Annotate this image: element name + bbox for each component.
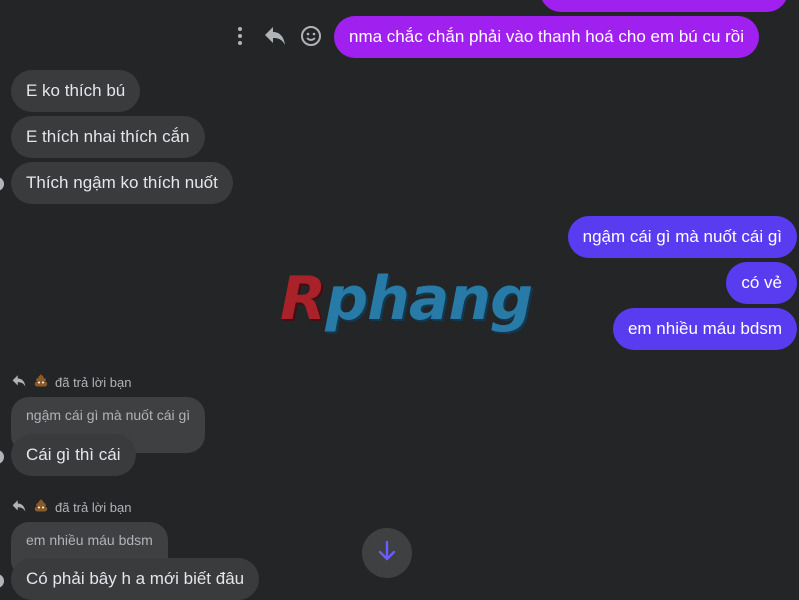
reply-meta-text: đã trả lời bạn bbox=[55, 500, 132, 515]
sender-avatar[interactable] bbox=[0, 177, 4, 191]
scroll-to-bottom-button[interactable] bbox=[362, 528, 412, 578]
outgoing-message[interactable]: em nhiều máu bdsm bbox=[612, 308, 797, 350]
reply-message[interactable]: Cái gì thì cái bbox=[11, 434, 136, 476]
react-smiley-icon[interactable] bbox=[298, 23, 324, 49]
watermark-first-letter: R bbox=[280, 264, 326, 334]
incoming-message[interactable]: E thích nhai thích cắn bbox=[11, 116, 205, 158]
reply-indicator: đã trả lời bạn bbox=[11, 498, 131, 517]
sender-avatar[interactable] bbox=[0, 574, 4, 588]
watermark-logo: Rphang bbox=[280, 264, 533, 334]
reply-small-icon bbox=[11, 374, 27, 391]
watermark-rest: phang bbox=[325, 264, 533, 334]
reply-indicator: đã trả lời bạn bbox=[11, 373, 131, 392]
outgoing-message[interactable]: có vẻ bbox=[726, 262, 797, 304]
reply-small-icon bbox=[11, 499, 27, 516]
outgoing-message[interactable]: ngậm cái gì mà nuốt cái gì bbox=[567, 216, 797, 258]
message-bubble-partial bbox=[540, 0, 788, 12]
incoming-message[interactable]: E ko thích bú bbox=[11, 70, 141, 112]
more-options-icon[interactable] bbox=[230, 24, 250, 48]
poop-emoji-icon bbox=[33, 498, 49, 517]
reply-icon[interactable] bbox=[262, 22, 288, 50]
outgoing-message[interactable]: nma chắc chắn phải vào thanh hoá cho em … bbox=[334, 16, 760, 58]
sender-avatar[interactable] bbox=[0, 450, 4, 464]
incoming-message[interactable]: Thích ngậm ko thích nuốt bbox=[11, 162, 233, 204]
reply-meta-text: đã trả lời bạn bbox=[55, 375, 132, 390]
arrow-down-icon bbox=[377, 540, 397, 567]
reply-message[interactable]: Có phải bây h a mới biết đâu bbox=[11, 558, 260, 600]
poop-emoji-icon bbox=[33, 373, 49, 392]
